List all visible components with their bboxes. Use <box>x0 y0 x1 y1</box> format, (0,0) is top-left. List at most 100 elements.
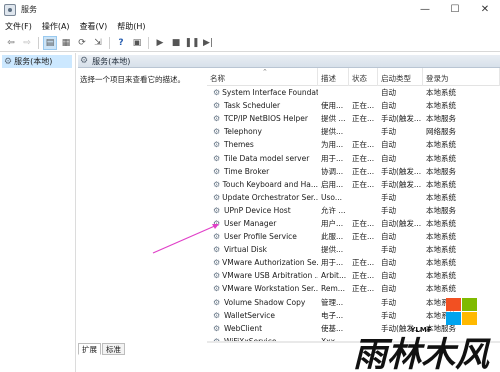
service-logon-as: 本地系统 <box>426 232 456 242</box>
service-logon-as: 网络服务 <box>426 127 456 137</box>
service-name-label: Task Scheduler <box>224 101 281 111</box>
service-row[interactable]: ⚙ TCP/IP NetBIOS Helper 提供 ... 正在... 手动(触发..… <box>207 112 500 125</box>
column-header-startup-type[interactable]: 启动类型 <box>378 68 423 86</box>
restart-service-icon[interactable]: ▶| <box>201 36 215 50</box>
service-name: ⚙ Virtual Disk <box>207 245 318 254</box>
help-icon[interactable]: ? <box>114 36 128 50</box>
gear-icon: ⚙ <box>213 258 221 268</box>
minimize-button[interactable]: — <box>410 0 440 19</box>
service-startup-type: 手动 <box>381 245 396 255</box>
service-description-cell: 管理... <box>321 297 344 307</box>
service-description-cell: 用于... <box>321 153 344 163</box>
service-row[interactable]: ⚙ Time Broker 协调... 正在... 手动(触发... 本地服务 <box>207 165 500 178</box>
window-title: 服务 <box>21 5 37 14</box>
service-description-cell: 电子... <box>321 310 344 320</box>
service-row[interactable]: ⚙ User Profile Service 此服... 正在... 自动 本地系统 <box>207 230 500 243</box>
service-logon-as: 本地系统 <box>426 284 456 294</box>
console-tree: ⚙ 服务(本地) <box>0 53 76 372</box>
service-description-cell: 提供 ... <box>321 114 346 124</box>
service-name-label: VMware Authorization Se... <box>222 258 318 268</box>
service-status: 正在... <box>352 153 375 163</box>
service-row[interactable]: ⚙ User Manager 用户... 正在... 自动(触发... 本地系统 <box>207 217 500 230</box>
service-status: 正在... <box>352 284 375 294</box>
stop-service-icon[interactable]: ■ <box>169 36 183 50</box>
show-console-tree-icon[interactable]: ▤ <box>43 35 57 50</box>
column-header-status[interactable]: 状态 <box>349 68 378 86</box>
service-logon-as: 本地服务 <box>426 205 456 215</box>
service-logon-as: 本地系统 <box>426 140 456 150</box>
service-startup-type: 手动 <box>381 297 396 307</box>
title-bar: 服务 — ☐ ✕ <box>0 0 500 19</box>
service-name: ⚙ Time Broker <box>207 167 318 176</box>
logo-tile-red <box>446 298 461 311</box>
properties-icon[interactable]: ▦ <box>59 36 73 50</box>
service-logon-as: 本地系统 <box>426 218 456 228</box>
menu-file[interactable]: 文件(F) <box>0 21 37 32</box>
service-row[interactable]: ⚙ Task Scheduler 使用... 正在... 自动 本地系统 <box>207 99 500 112</box>
menu-help[interactable]: 帮助(H) <box>112 21 150 32</box>
service-description-cell: 用于... <box>321 258 344 268</box>
service-row[interactable]: ⚙ System Interface Foundat... 自动 本地系统 <box>207 86 500 99</box>
column-header-logon-as[interactable]: 登录为 <box>423 68 500 86</box>
column-header-description[interactable]: 描述 <box>318 68 349 86</box>
service-startup-type: 手动(触发... <box>381 179 422 189</box>
gear-icon: ⚙ <box>80 56 89 66</box>
tab-extended[interactable]: 扩展 <box>78 343 101 355</box>
service-name-label: Update Orchestrator Ser... <box>222 192 318 202</box>
pause-service-icon[interactable]: ❚❚ <box>184 36 199 50</box>
service-description-cell: 启用... <box>321 179 344 189</box>
service-row[interactable]: ⚙ Telephony 提供... 手动 网络服务 <box>207 125 500 138</box>
service-name: ⚙ System Interface Foundat... <box>207 88 318 97</box>
tree-item-services-local[interactable]: ⚙ 服务(本地) <box>2 55 72 68</box>
service-name: ⚙ Telephony <box>207 127 318 136</box>
service-row[interactable]: ⚙ Themes 为用... 正在... 自动 本地系统 <box>207 138 500 151</box>
service-startup-type: 手动(触发... <box>381 166 422 176</box>
service-name: ⚙ Volume Shadow Copy <box>207 298 318 307</box>
service-description-cell: Uso... <box>321 192 343 202</box>
gear-icon: ⚙ <box>213 101 221 111</box>
service-name: ⚙ Task Scheduler <box>207 101 318 110</box>
service-description-cell: 用户... <box>321 218 344 228</box>
service-row[interactable]: ⚙ VMware USB Arbitration ... Arbit... 正在...… <box>207 269 500 282</box>
back-icon[interactable]: ⇦ <box>4 36 18 50</box>
service-startup-type: 自动 <box>381 271 396 281</box>
service-startup-type: 自动 <box>381 284 396 294</box>
service-name: ⚙ UPnP Device Host <box>207 206 318 215</box>
close-button[interactable]: ✕ <box>470 0 500 19</box>
show-action-pane-icon[interactable]: ▣ <box>130 36 144 50</box>
service-row[interactable]: ⚙ VMware Authorization Se... 用于... 正在... 自动 本… <box>207 256 500 269</box>
forward-icon[interactable]: ⇨ <box>20 36 34 50</box>
service-row[interactable]: ⚙ Update Orchestrator Ser... Uso... 手动 本地系统 <box>207 191 500 204</box>
service-row[interactable]: ⚙ VMware Workstation Ser... Rem... 正在... 自动 本… <box>207 282 500 295</box>
brand-main-text: 雨林木风 <box>353 335 491 372</box>
maximize-button[interactable]: ☐ <box>440 0 470 19</box>
service-row[interactable]: ⚙ Virtual Disk 提供... 手动 本地系统 <box>207 243 500 256</box>
gear-icon: ⚙ <box>213 205 221 215</box>
start-service-icon[interactable]: ▶ <box>153 36 167 50</box>
tab-standard[interactable]: 标准 <box>102 343 125 355</box>
service-name: ⚙ User Profile Service <box>207 232 318 241</box>
service-description-cell: Arbit... <box>321 271 347 281</box>
service-row[interactable]: ⚙ Tile Data model server 用于... 正在... 自动 本地系统 <box>207 151 500 164</box>
service-logon-as: 本地服务 <box>426 114 456 124</box>
tree-item-label: 服务(本地) <box>14 57 53 66</box>
service-row[interactable]: ⚙ Touch Keyboard and Ha... 启用... 正在... 手动(触发… <box>207 178 500 191</box>
service-name-label: User Manager <box>224 218 277 228</box>
gear-icon: ⚙ <box>213 218 221 228</box>
service-startup-type: 自动(触发... <box>381 218 422 228</box>
refresh-icon[interactable]: ⟳ <box>75 36 89 50</box>
service-startup-type: 自动 <box>381 258 396 268</box>
menu-action[interactable]: 操作(A) <box>37 21 75 32</box>
service-name-label: VMware Workstation Ser... <box>222 284 318 294</box>
menu-view[interactable]: 查看(V) <box>75 21 113 32</box>
service-row[interactable]: ⚙ UPnP Device Host 允许 ... 手动 本地服务 <box>207 204 500 217</box>
toolbar-separator <box>38 36 39 49</box>
export-list-icon[interactable]: ⇲ <box>91 36 105 50</box>
menu-bar: 文件(F) 操作(A) 查看(V) 帮助(H) <box>0 19 500 34</box>
toolbar-separator <box>148 36 149 49</box>
pane-header: ⚙ 服务(本地) <box>78 55 500 68</box>
service-name-label: Telephony <box>224 127 262 137</box>
service-logon-as: 本地服务 <box>426 166 456 176</box>
service-description-cell: 允许 ... <box>321 205 346 215</box>
brand-windows-logo <box>446 298 477 325</box>
